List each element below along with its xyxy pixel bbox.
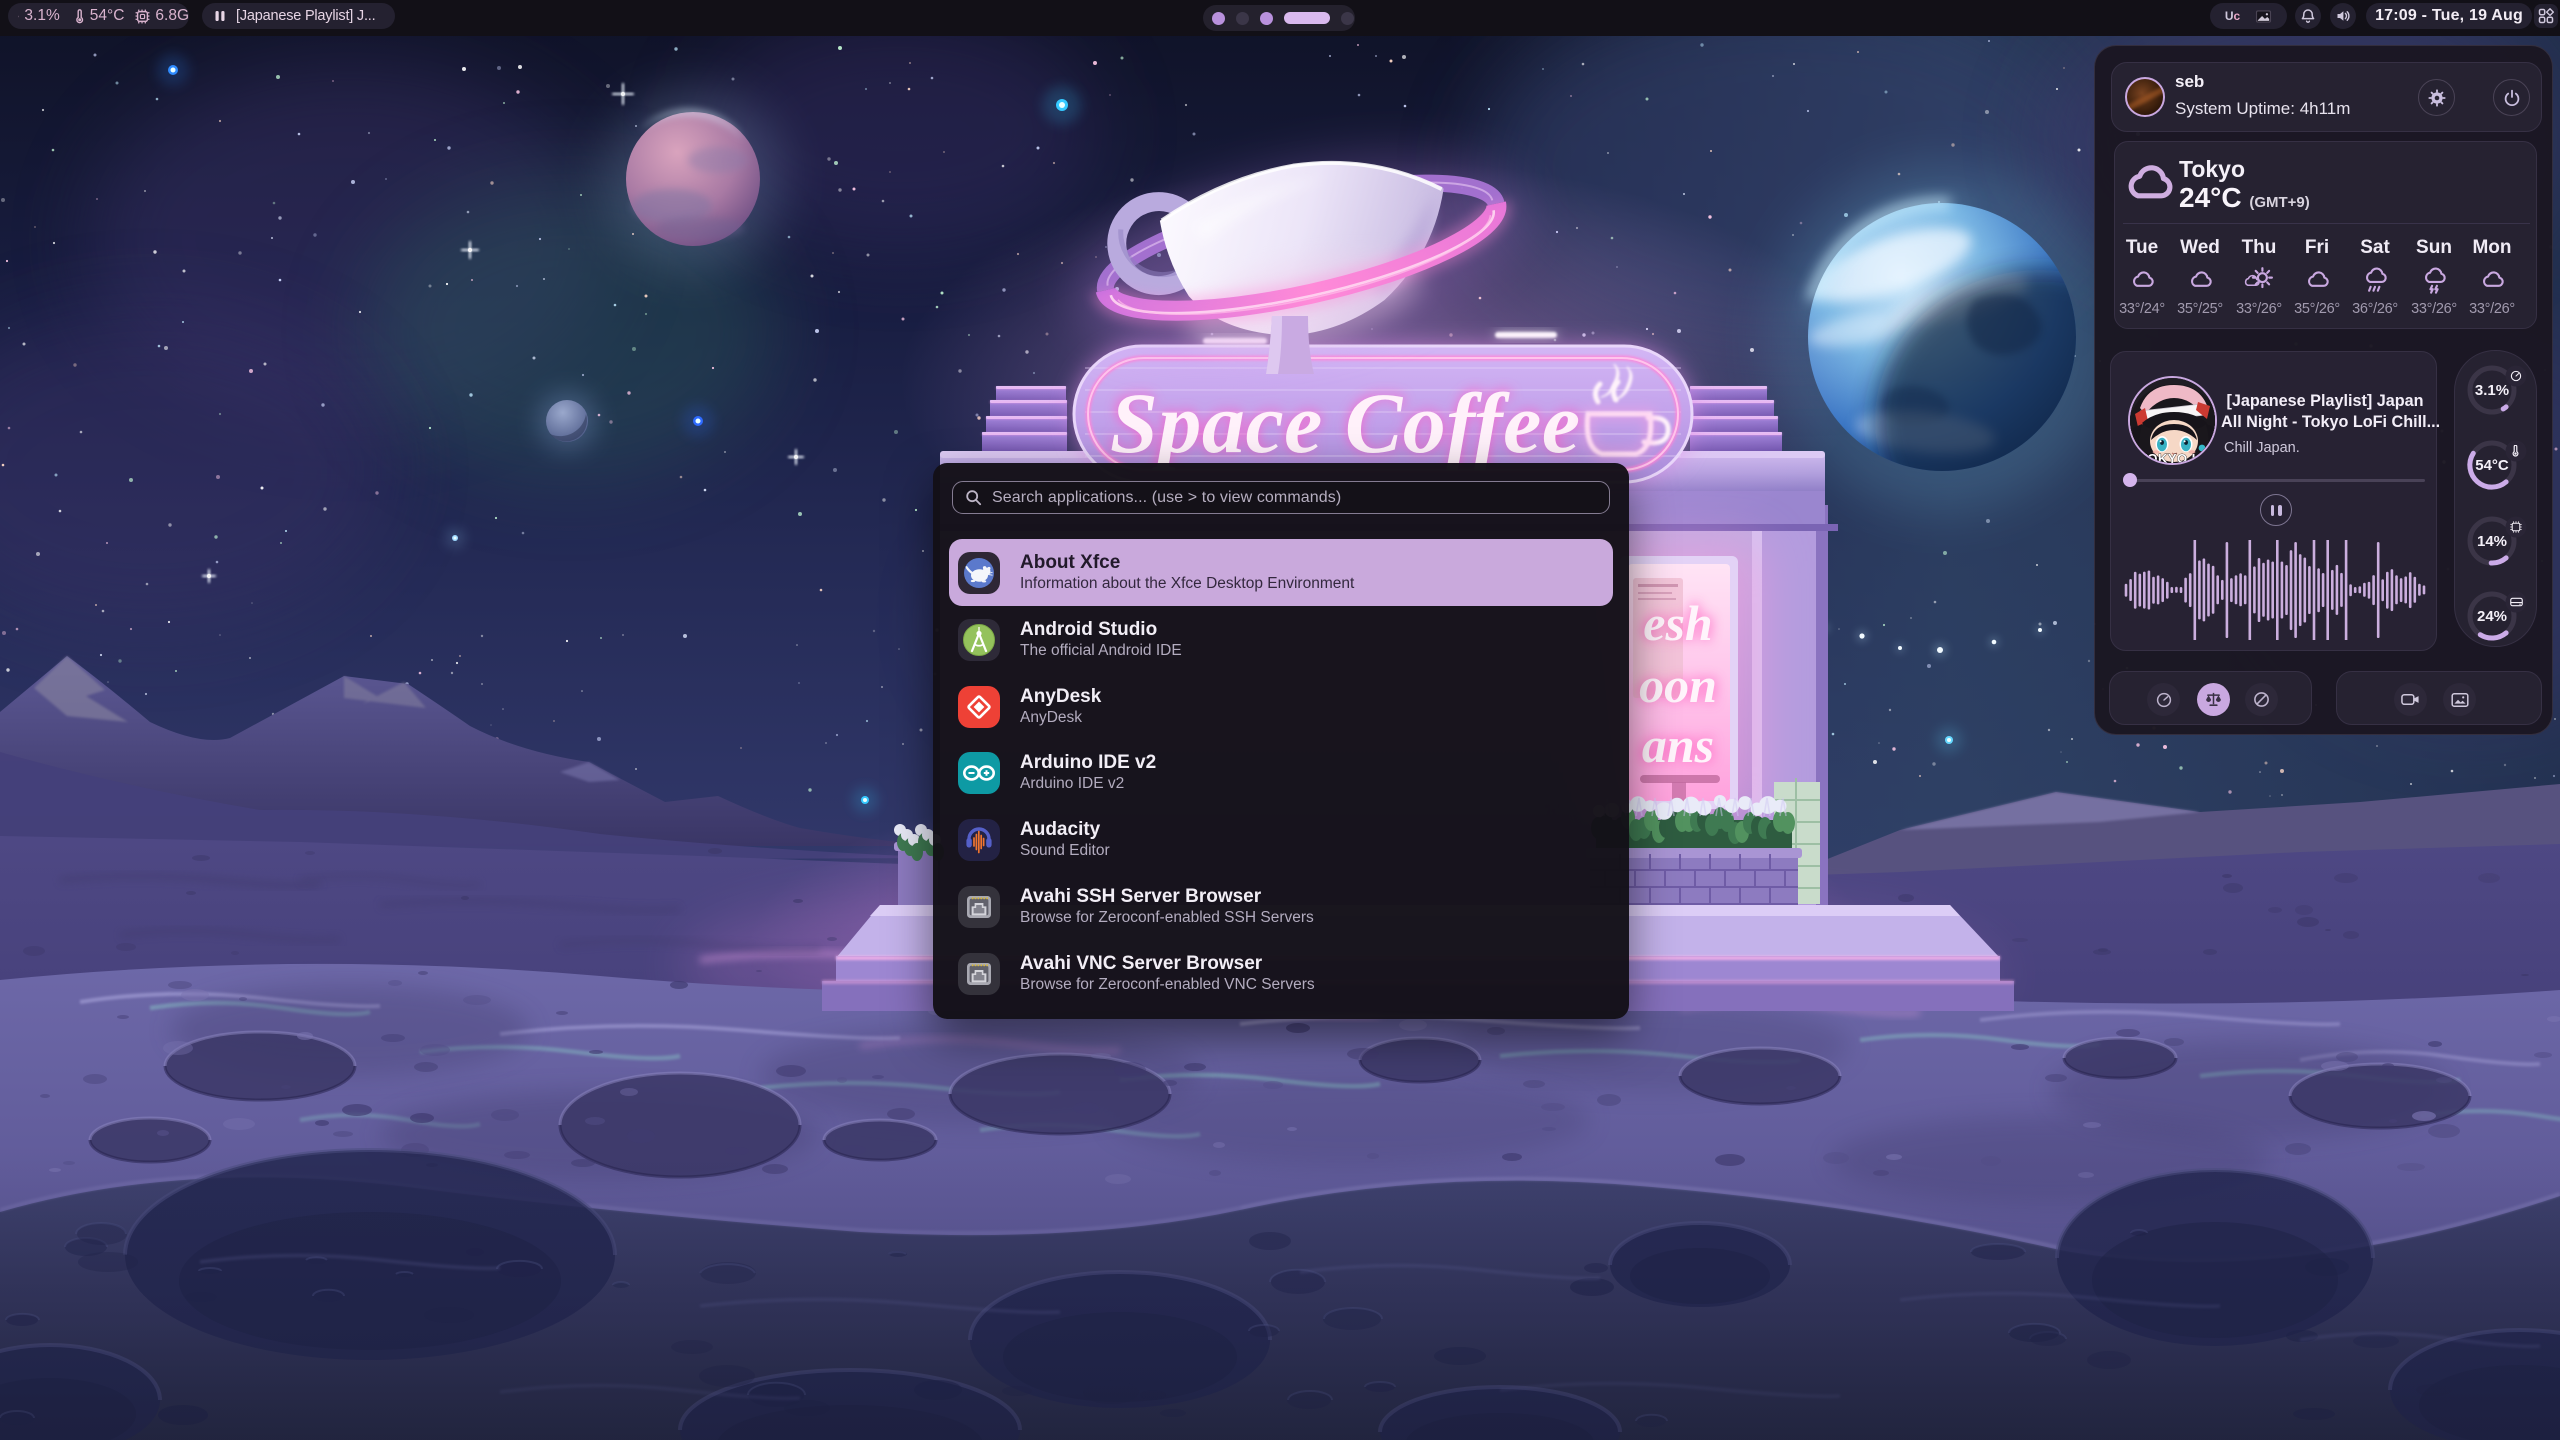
- svg-text:esh: esh: [1643, 595, 1712, 651]
- svg-text:14%: 14%: [2477, 533, 2507, 550]
- svg-text:54°C: 54°C: [2475, 457, 2509, 474]
- svg-text:ans: ans: [1642, 717, 1714, 773]
- svg-text:oon: oon: [1639, 657, 1717, 713]
- svg-text:TOKYO LO: TOKYO LO: [2139, 451, 2211, 465]
- svg-text:24%: 24%: [2477, 608, 2507, 625]
- svg-text:3.1%: 3.1%: [2475, 382, 2509, 399]
- svg-text:Space Coffee: Space Coffee: [1110, 375, 1580, 471]
